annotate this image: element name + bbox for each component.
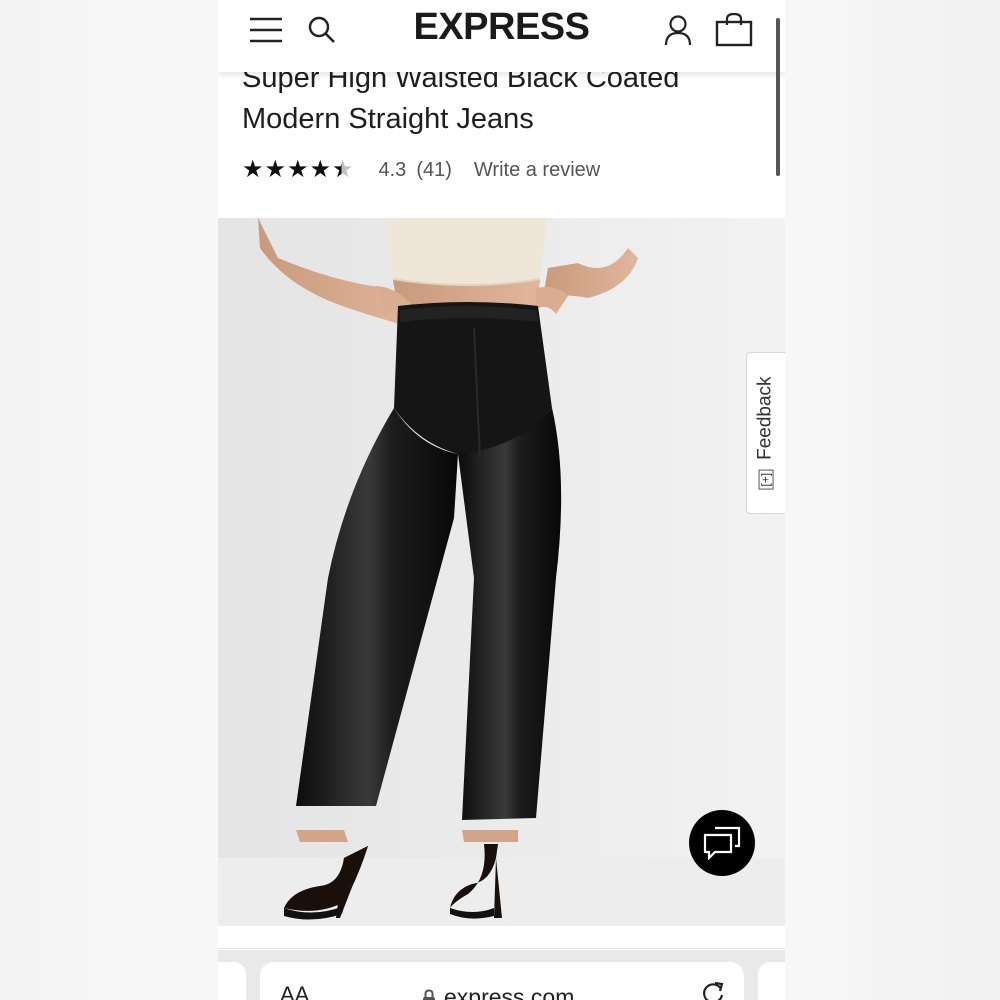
write-review-link[interactable]: Write a review (474, 159, 600, 182)
star-partial-icon: ★ (332, 156, 354, 183)
star-rating[interactable]: ★ ★ ★ ★ ★ (242, 158, 355, 182)
star-icon: ★ (264, 156, 287, 183)
feedback-tab[interactable]: [+] Feedback (746, 352, 785, 514)
previous-tab-pill[interactable] (218, 962, 246, 1000)
reader-settings-button[interactable]: AA (280, 982, 309, 1000)
scroll-indicator[interactable] (776, 18, 780, 176)
star-icon: ★ (309, 156, 332, 183)
chat-bubbles-icon (703, 826, 741, 860)
reload-icon[interactable] (700, 980, 726, 1000)
chat-button[interactable] (689, 810, 755, 876)
lock-icon (423, 988, 435, 1000)
star-icon: ★ (287, 156, 309, 183)
next-tab-pill[interactable] (758, 962, 785, 1000)
rating-value: 4.3 (378, 158, 407, 181)
site-header: EXPRESS (218, 0, 785, 72)
shopping-bag-icon[interactable] (714, 10, 754, 50)
feedback-plus-icon: [+] (758, 469, 774, 490)
feedback-label: Feedback (755, 376, 777, 460)
phone-screen: EXPRESS Super High Waisted Black Coated … (218, 0, 785, 1000)
url-text: express.com (444, 984, 575, 1000)
divider (218, 948, 785, 949)
url-field[interactable]: express.com (422, 984, 574, 1000)
rating-row: ★ ★ ★ ★ ★ 4.3 (41) Write a review (242, 156, 600, 184)
address-bar[interactable]: AA express.com (260, 962, 744, 1000)
star-icon: ★ (242, 156, 264, 183)
account-icon[interactable] (658, 10, 698, 50)
browser-bar: AA express.com (218, 950, 785, 1000)
review-count[interactable]: (41) (416, 159, 452, 182)
express-logo[interactable]: EXPRESS (218, 6, 785, 49)
